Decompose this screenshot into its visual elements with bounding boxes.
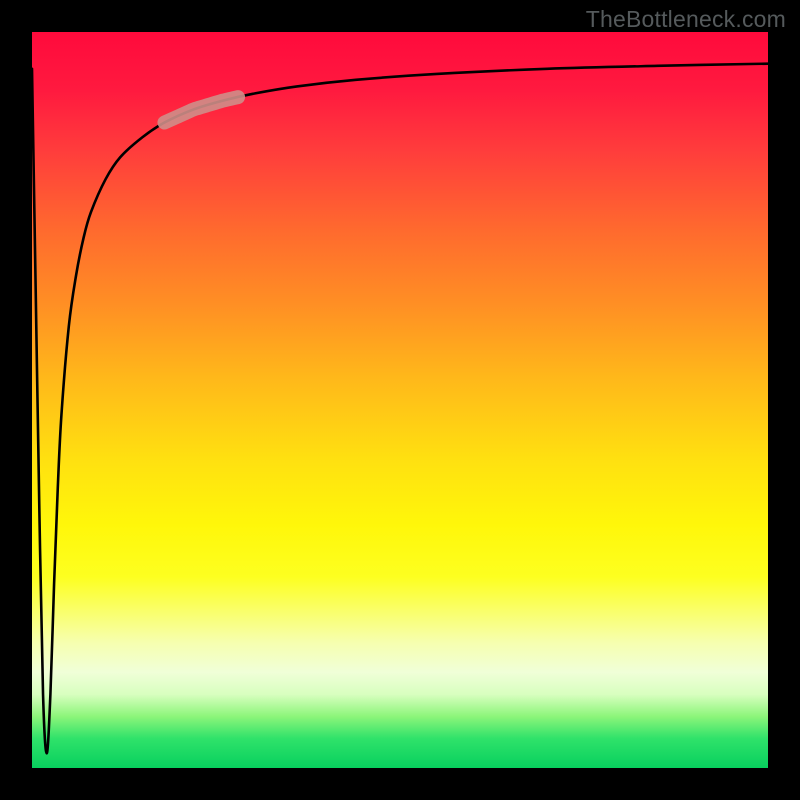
plot-area	[32, 32, 768, 768]
chart-frame: TheBottleneck.com	[0, 0, 800, 800]
attribution-text: TheBottleneck.com	[586, 6, 786, 33]
chart-svg	[32, 32, 768, 768]
main-curve	[32, 64, 768, 754]
highlight-segment	[164, 97, 238, 122]
